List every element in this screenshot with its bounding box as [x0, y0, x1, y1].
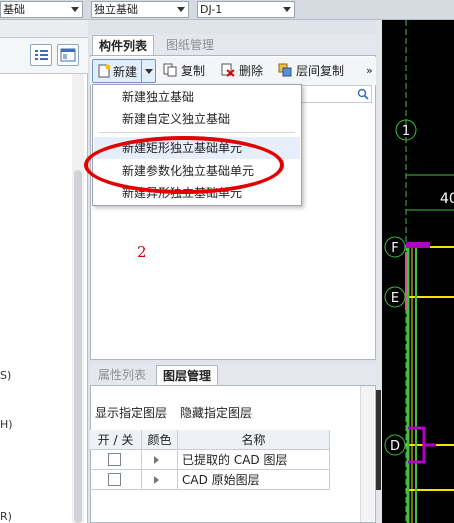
left-fragment-1: S) [0, 369, 12, 382]
cad-drawing: 1 40 F E D [384, 20, 454, 523]
chevron-down-icon [71, 7, 79, 12]
copy-label: 复制 [181, 64, 206, 78]
category-combo-value: 基础 [3, 3, 25, 16]
new-button-split [141, 60, 142, 82]
new-button-label: 新建 [113, 65, 138, 79]
left-panel-header [0, 20, 88, 38]
component-combo-value: DJ-1 [200, 3, 223, 16]
dimension-text: 40 [440, 191, 454, 207]
chevron-down-icon[interactable] [145, 69, 153, 74]
floor-copy-button[interactable]: 层间复制 [278, 61, 344, 81]
hide-layer-link[interactable]: 隐藏指定图层 [180, 404, 252, 421]
show-layer-link[interactable]: 显示指定图层 [95, 404, 167, 421]
expand-arrow-icon[interactable] [154, 476, 159, 484]
layer-name: 已提取的 CAD 图层 [178, 450, 330, 470]
layer-checkbox[interactable] [108, 453, 121, 466]
layer-actions: 显示指定图层 隐藏指定图层 [90, 401, 376, 423]
delete-label: 删除 [239, 64, 264, 78]
list-icon [35, 50, 48, 60]
onoff-cell [90, 470, 142, 490]
cad-canvas[interactable]: 1 40 F E D [382, 20, 454, 523]
col-name: 名称 [178, 430, 330, 450]
axis-label-f: F [391, 241, 398, 256]
component-combo[interactable]: DJ-1 [197, 1, 295, 18]
new-document-icon [98, 64, 111, 78]
axis-label-e: E [391, 291, 399, 306]
tab-component-list[interactable]: 构件列表 [92, 35, 155, 55]
floor-copy-label: 层间复制 [296, 64, 345, 78]
layer-table-header: 开 / 关 颜色 名称 [90, 430, 330, 450]
left-fragment-2: H) [0, 418, 13, 431]
color-cell [142, 450, 178, 470]
top-combo-bar: 基础 独立基础 DJ-1 [0, 0, 454, 20]
tab-property-list[interactable]: 属性列表 [92, 365, 152, 385]
tab-drawing-management[interactable]: 图纸管理 [160, 35, 220, 55]
red-annotation-ellipse [84, 136, 284, 194]
detail-view-button[interactable] [57, 44, 79, 66]
splitter-handle[interactable] [376, 390, 381, 490]
search-icon [357, 88, 369, 100]
property-layer-tabs: 属性列表 图层管理 [90, 364, 376, 386]
annotation-number: 2 [137, 243, 147, 261]
component-tabs: 构件列表 图纸管理 [90, 34, 376, 56]
new-button[interactable]: 新建 [92, 59, 156, 83]
table-row[interactable]: CAD 原始图层 [90, 470, 330, 490]
layer-checkbox[interactable] [108, 473, 121, 486]
list-view-button[interactable] [30, 44, 52, 66]
col-color: 颜色 [142, 430, 178, 450]
chevron-down-icon [177, 7, 185, 12]
axis-label-d: D [390, 439, 400, 454]
left-scrollbar-thumb[interactable] [74, 170, 82, 523]
left-panel-toolbar [0, 38, 88, 74]
expand-arrow-icon[interactable] [154, 456, 159, 464]
col-onoff: 开 / 关 [90, 430, 142, 450]
axis-label-1: 1 [402, 124, 410, 139]
delete-button[interactable]: 删除 [221, 61, 263, 81]
menu-item-new-isolated-foundation[interactable]: 新建独立基础 [94, 86, 300, 108]
layer-name: CAD 原始图层 [178, 470, 330, 490]
menu-separator [99, 132, 295, 133]
copy-button[interactable]: 复制 [163, 61, 205, 81]
type-combo-value: 独立基础 [94, 3, 138, 16]
color-cell [142, 470, 178, 490]
component-search-input[interactable] [300, 85, 372, 103]
category-combo[interactable]: 基础 [0, 1, 83, 18]
window-icon [60, 48, 76, 62]
floor-copy-icon [278, 63, 292, 77]
delete-icon [221, 63, 235, 77]
tab-layer-management[interactable]: 图层管理 [156, 365, 219, 385]
layer-scrollbar[interactable] [360, 386, 374, 522]
chevron-down-icon [283, 7, 291, 12]
copy-icon [163, 63, 177, 77]
left-fragment-3: R) [0, 510, 12, 523]
toolbar-overflow-button[interactable]: » [366, 61, 373, 81]
table-row[interactable]: 已提取的 CAD 图层 [90, 450, 330, 470]
onoff-cell [90, 450, 142, 470]
menu-item-new-custom-isolated-foundation[interactable]: 新建自定义独立基础 [94, 108, 300, 130]
magenta-column-marker [406, 242, 430, 248]
type-combo[interactable]: 独立基础 [91, 1, 189, 18]
